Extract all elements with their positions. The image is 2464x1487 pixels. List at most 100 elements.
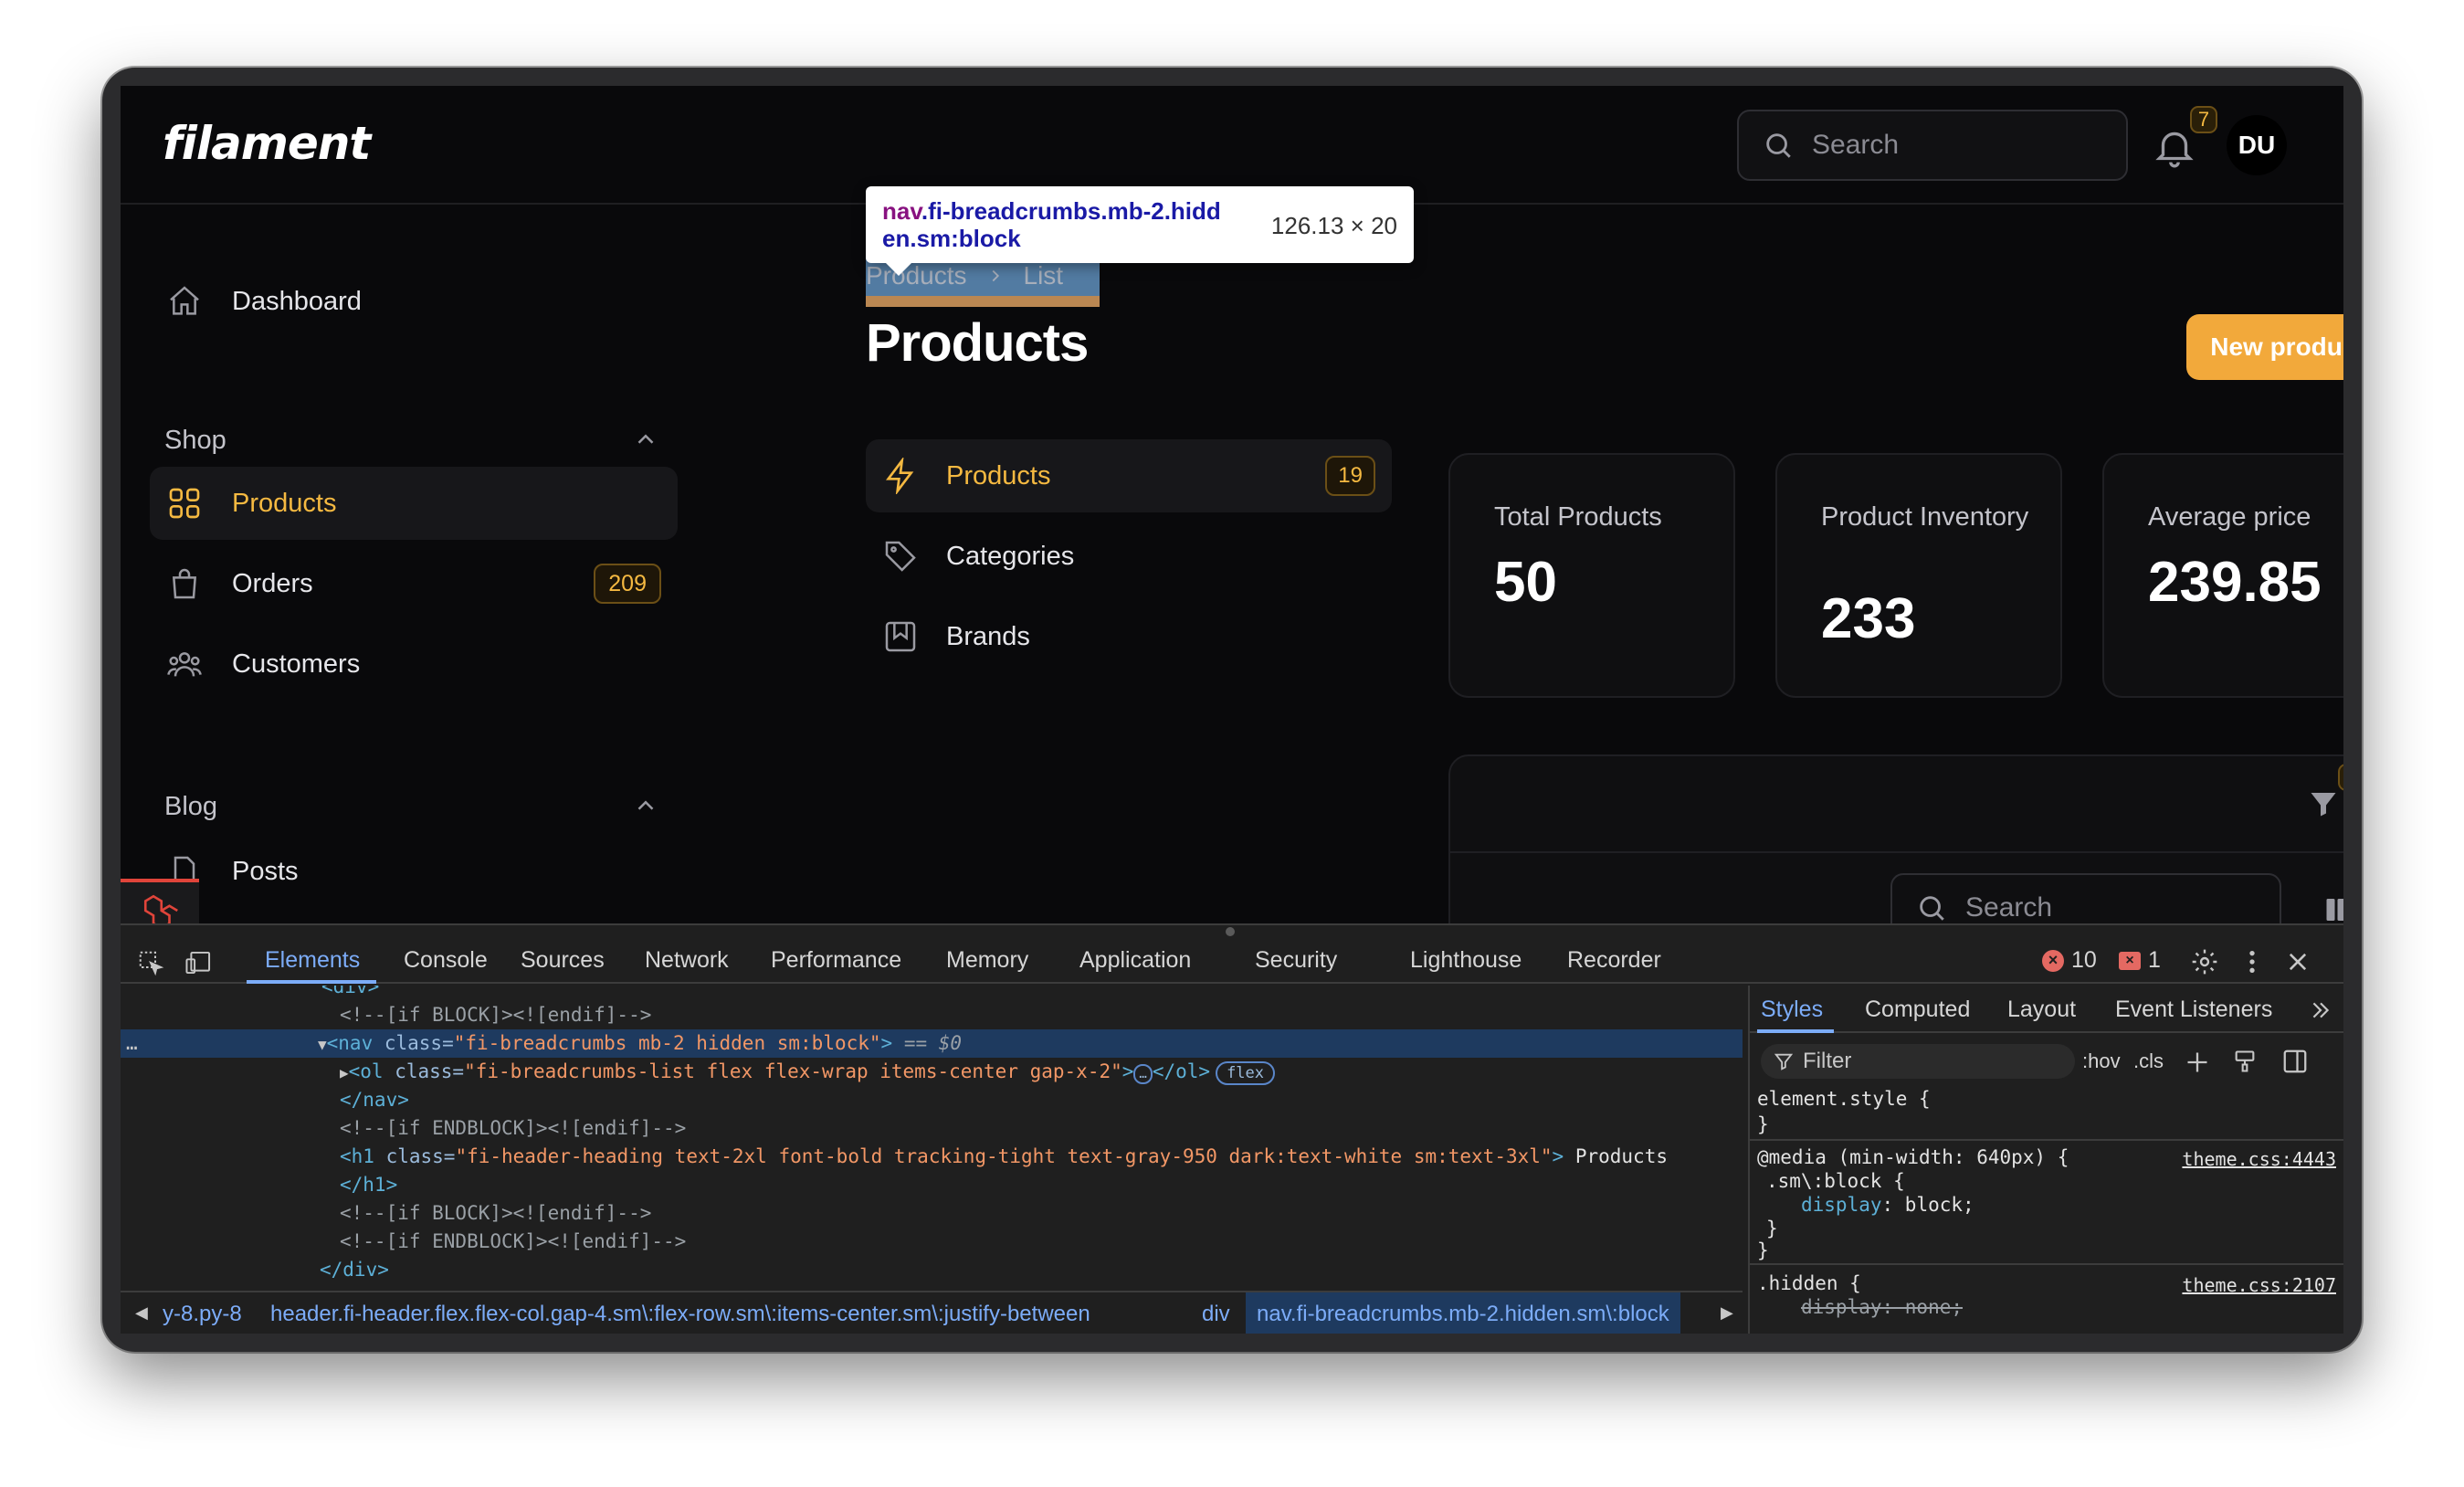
subnav-item-label: Brands [946,621,1030,651]
search-placeholder: Search [1812,130,1900,160]
bell-icon[interactable] [2152,124,2197,170]
tab-performance[interactable]: Performance [771,947,901,974]
collapsed-children-pill[interactable]: … [1133,1064,1153,1084]
sidebar-item-posts[interactable]: Posts [150,835,678,908]
tab-styles[interactable]: Styles [1761,997,1823,1023]
tab-console[interactable]: Console [404,947,488,974]
css-rule-selector[interactable]: .hidden { [1757,1272,1861,1294]
products-table: 0 Search [1448,754,2343,923]
tab-lighthouse[interactable]: Lighthouse [1410,947,1522,974]
bolt-icon [886,458,914,494]
tab-memory[interactable]: Memory [946,947,1028,974]
css-media-query[interactable]: @media (min-width: 640px) { [1757,1146,2069,1168]
breadcrumb-list[interactable]: List [1024,261,1064,290]
debugbar-toggle[interactable] [121,879,199,923]
flex-badge[interactable]: flex [1216,1061,1276,1085]
stat-value: 233 [1821,587,1916,650]
tab-elements[interactable]: Elements [265,947,360,974]
issue-count[interactable]: × 1 [2119,947,2161,974]
notification-badge: 7 [2190,106,2217,133]
dom-crumb[interactable]: y-8.py-8 [163,1302,242,1327]
subnav-item-brands[interactable]: Brands [866,600,1392,673]
close-icon[interactable] [2285,949,2311,975]
sidebar-item-orders[interactable]: Orders 209 [150,547,678,620]
css-rule-selector[interactable]: element.style { [1757,1088,1931,1110]
users-icon [167,652,202,677]
sidebar-group-shop[interactable]: Shop [164,426,226,456]
css-declaration-overridden[interactable]: display: none; [1801,1296,1963,1318]
more-vertical-icon[interactable] [2245,947,2259,976]
sidebar-item-dashboard[interactable]: Dashboard [150,265,678,338]
sidebar-group-blog[interactable]: Blog [164,792,217,822]
avatar[interactable]: DU [2227,115,2287,175]
sidebar-item-label: Orders [232,568,313,598]
sidebar-item-products[interactable]: Products [150,467,678,540]
filament-app: filament Search 7 DU Dashboard Shop Prod… [121,86,2343,923]
dom-node[interactable]: </nav> [121,1086,1743,1114]
hover-state-toggle[interactable]: :hov [2082,1049,2121,1073]
columns-icon[interactable] [2325,895,2343,923]
subnav-item-products[interactable]: Products 19 [866,439,1392,512]
dom-crumb[interactable]: header.fi-header.flex.flex-col.gap-4.sm\… [270,1302,1090,1327]
inspect-element-icon[interactable] [137,949,164,976]
tooltip-selector: nav.fi-breadcrumbs.mb-2.hidd en.sm:block [882,197,1221,252]
bookmark-square-icon [885,621,916,652]
tab-network[interactable]: Network [645,947,729,974]
resize-handle[interactable] [1226,927,1235,936]
page-title: Products [866,313,1089,373]
subnav-item-categories[interactable]: Categories [866,520,1392,593]
dom-comment[interactable]: <!--[if ENDBLOCK]><![endif]--> [121,1114,1743,1143]
grid-icon [169,488,200,519]
chevron-up-icon[interactable] [632,426,659,453]
chevron-double-right-icon[interactable] [2309,998,2332,1022]
table-divider [1450,851,2343,853]
tab-layout[interactable]: Layout [2007,997,2076,1023]
table-search-input[interactable]: Search [1890,873,2281,923]
tab-computed[interactable]: Computed [1865,997,1970,1023]
dom-comment[interactable]: <!--[if BLOCK]><![endif]--> [121,1001,1743,1029]
chevron-up-icon[interactable] [632,792,659,819]
filter-icon[interactable] [2307,787,2340,820]
tab-security[interactable]: Security [1255,947,1337,974]
tab-recorder[interactable]: Recorder [1567,947,1661,974]
breadcrumb-products[interactable]: Products [866,261,967,290]
styles-tabbar: Styles Computed Layout Event Listeners [1750,986,2343,1033]
error-count[interactable]: × 10 [2042,947,2097,974]
dom-crumb[interactable]: div [1202,1302,1230,1327]
dom-node[interactable]: </h1> [121,1171,1743,1199]
tooltip-size: 126.13 × 20 [1270,212,1397,239]
dom-comment[interactable]: <!--[if BLOCK]><![endif]--> [121,1199,1743,1228]
class-toggle[interactable]: .cls [2133,1049,2164,1073]
sidebar-item-label: Dashboard [232,286,362,316]
new-product-button[interactable]: New product [2186,314,2343,380]
global-search-input[interactable]: Search [1737,110,2128,181]
add-rule-icon[interactable] [2185,1049,2210,1075]
tab-sources[interactable]: Sources [521,947,605,974]
dom-comment[interactable]: <!--[if ENDBLOCK]><![endif]--> [121,1228,1743,1256]
device-toolbar-icon[interactable] [184,949,214,976]
css-rule-selector[interactable]: .sm\:block { [1766,1170,1905,1192]
scroll-right-icon[interactable]: ▶ [1721,1303,1733,1323]
dom-crumb-selected[interactable]: nav.fi-breadcrumbs.mb-2.hidden.sm\:block [1246,1292,1680,1334]
row-menu[interactable]: … [121,1029,318,1058]
sidebar-item-label: Customers [232,649,361,679]
stylesheet-link[interactable]: theme.css:2107 [2182,1274,2336,1296]
dom-node[interactable]: <div> [121,986,1743,1001]
dom-node-selected[interactable]: … ▼<nav class="fi-breadcrumbs mb-2 hidden… [121,1029,1743,1058]
scroll-left-icon[interactable]: ◀ [135,1303,148,1323]
settings-gear-icon[interactable] [2190,947,2219,976]
sidebar-item-customers[interactable]: Customers [150,627,678,701]
stylesheet-link[interactable]: theme.css:4443 [2182,1148,2336,1170]
dom-node[interactable]: ▶<ol class="fi-breadcrumbs-list flex fle… [121,1058,1743,1086]
devtools-tabbar: Elements Console Sources Network Perform… [121,938,2343,984]
tab-application[interactable]: Application [1079,947,1191,974]
sidebar-toggle-icon[interactable] [2281,1048,2309,1075]
paint-brush-icon[interactable] [2232,1048,2258,1075]
tab-event-listeners[interactable]: Event Listeners [2115,997,2272,1023]
dom-node[interactable]: <h1 class="fi-header-heading text-2xl fo… [121,1143,1743,1171]
styles-filter-input[interactable]: Filter [1761,1044,2075,1079]
css-declaration[interactable]: display: block; [1801,1194,1974,1216]
dom-node[interactable]: </div> [121,1256,1743,1284]
dom-tree[interactable]: <div> <!--[if BLOCK]><![endif]--> … ▼<nav… [121,986,1743,1291]
logo[interactable]: filament [163,117,371,170]
